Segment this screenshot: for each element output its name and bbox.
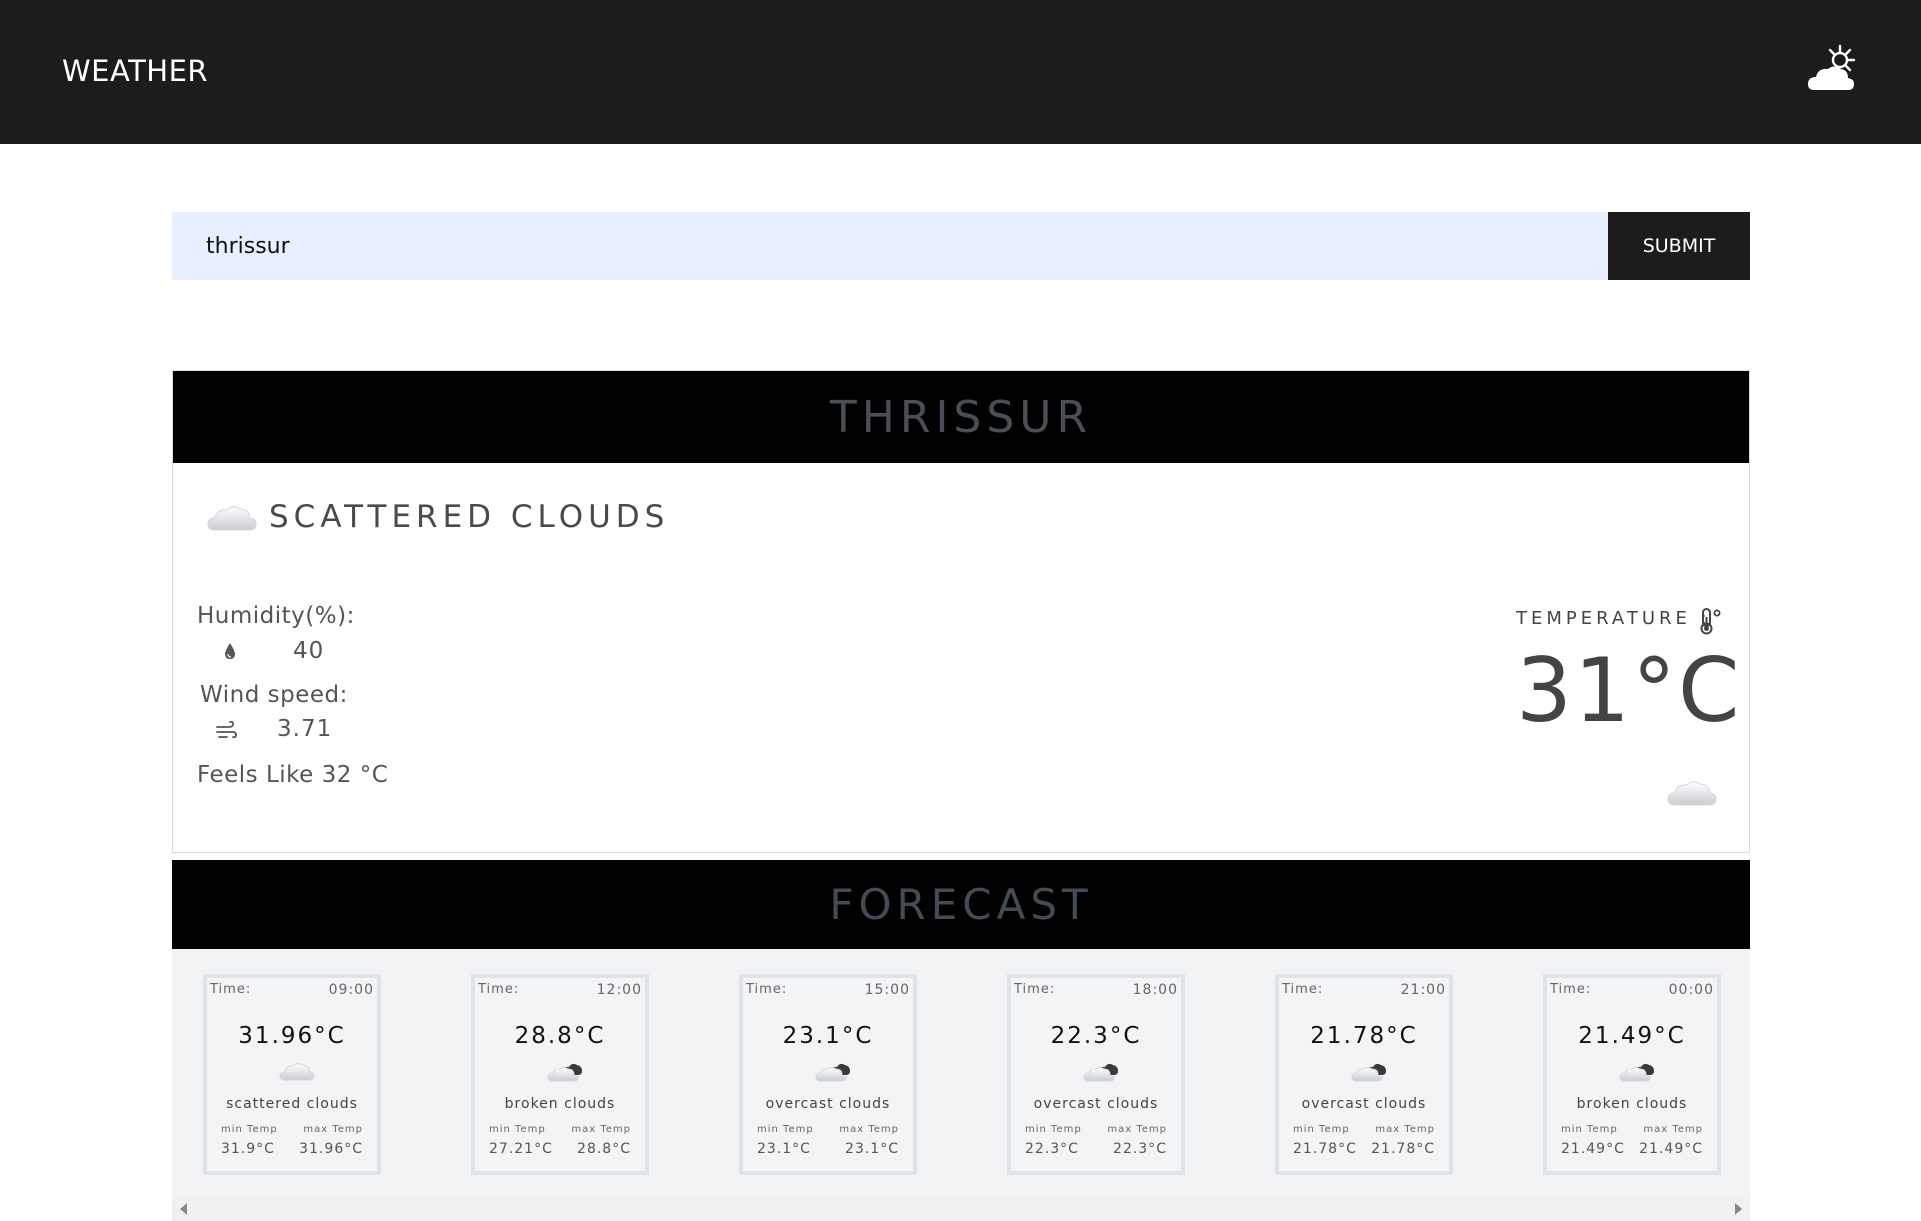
max-temp-label: max Temp [1375,1124,1435,1135]
time-label: Time: [210,982,252,997]
forecast-card: Time: 15:00 23.1°C overcast clouds min T… [739,974,917,1175]
broken-clouds-icon [1351,1063,1386,1082]
humidity-label: Humidity(%): [197,603,355,629]
forecast-temp: 21.49°C [1578,1023,1686,1049]
current-weather-card: THRISSUR SCATTERED CLOUDS Humidity(%): 4… [172,370,1750,853]
forecast-description: overcast clouds [1301,1096,1427,1112]
min-temp-value: 31.9°C [221,1141,275,1157]
forecast-card: Time: 12:00 28.8°C broken clouds min Tem… [471,974,649,1175]
min-temp-label: min Temp [1025,1124,1082,1135]
brand-title[interactable]: WEATHER [62,54,208,88]
submit-button[interactable]: SUBMIT [1608,212,1750,280]
forecast-title: FORECAST [829,880,1093,929]
forecast-temp: 21.78°C [1310,1023,1418,1049]
min-temp-value: 22.3°C [1025,1141,1079,1157]
forecast-time: 00:00 [1668,982,1714,998]
forecast-scroll-area[interactable]: Time: 09:00 31.96°C scattered clouds min… [172,949,1750,1221]
forecast-temp: 23.1°C [782,1023,874,1049]
broken-clouds-icon [547,1063,582,1082]
forecast-description: broken clouds [504,1096,616,1112]
min-temp-label: min Temp [1293,1124,1350,1135]
forecast-card: Time: 18:00 22.3°C overcast clouds min T… [1007,974,1185,1175]
min-temp-label: min Temp [221,1124,278,1135]
broken-clouds-icon [815,1063,850,1082]
city-search-input[interactable] [172,212,1608,280]
min-temp-label: min Temp [757,1124,814,1135]
cloud-icon [1667,781,1717,806]
search-form: SUBMIT [172,212,1750,280]
forecast-time: 18:00 [1132,982,1178,998]
forecast-time: 12:00 [596,982,642,998]
max-temp-label: max Temp [1643,1124,1703,1135]
feels-like-text: Feels Like 32 °C [197,762,389,788]
forecast-card: Time: 00:00 21.49°C broken clouds min Te… [1543,974,1721,1175]
forecast-header: FORECAST [172,860,1750,949]
min-temp-value: 27.21°C [489,1141,553,1157]
scroll-right-arrow-icon[interactable] [1735,1203,1742,1215]
city-name: THRISSUR [829,391,1093,443]
min-temp-value: 23.1°C [757,1141,811,1157]
broken-clouds-icon [1619,1063,1654,1082]
broken-clouds-icon [1083,1063,1118,1082]
humidity-value: 40 [293,638,325,664]
min-temp-value: 21.78°C [1293,1141,1357,1157]
condition-row: SCATTERED CLOUDS [207,499,669,535]
max-temp-label: max Temp [571,1124,631,1135]
forecast-description: overcast clouds [1033,1096,1159,1112]
min-temp-label: min Temp [1561,1124,1618,1135]
max-temp-value: 21.78°C [1371,1141,1435,1157]
horizontal-scrollbar[interactable] [172,1197,1750,1221]
forecast-card: Time: 09:00 31.96°C scattered clouds min… [203,974,381,1175]
wind-speed-value: 3.71 [277,716,333,742]
city-header: THRISSUR [173,371,1749,463]
max-temp-value: 23.1°C [845,1141,899,1157]
forecast-time: 15:00 [864,982,910,998]
forecast-description: overcast clouds [765,1096,891,1112]
forecast-time: 09:00 [328,982,374,998]
scroll-left-arrow-icon[interactable] [180,1203,187,1215]
forecast-temp: 28.8°C [514,1023,606,1049]
cloud-icon [207,506,257,531]
time-label: Time: [1014,982,1056,997]
max-temp-label: max Temp [1107,1124,1167,1135]
partly-cloudy-day-icon [1808,44,1856,90]
water-drop-icon [225,643,235,659]
time-label: Time: [746,982,788,997]
forecast-description: scattered clouds [226,1096,358,1112]
min-temp-value: 21.49°C [1561,1141,1625,1157]
time-label: Time: [478,982,520,997]
wind-icon [216,720,237,739]
time-label: Time: [1550,982,1592,997]
max-temp-value: 21.49°C [1639,1141,1703,1157]
thermometer-icon [1700,608,1721,635]
temperature-label: TEMPERATURE : [1516,608,1711,629]
forecast-time: 21:00 [1400,982,1446,998]
max-temp-value: 22.3°C [1113,1141,1167,1157]
forecast-description: broken clouds [1576,1096,1688,1112]
time-label: Time: [1282,982,1324,997]
forecast-temp: 22.3°C [1050,1023,1142,1049]
forecast-temp: 31.96°C [238,1023,346,1049]
top-navbar: WEATHER [0,0,1921,144]
max-temp-value: 31.96°C [299,1141,363,1157]
cloud-icon [279,1063,315,1081]
wind-speed-label: Wind speed: [200,682,348,708]
temperature-value: 31°C [1516,639,1742,742]
condition-text: SCATTERED CLOUDS [269,499,670,535]
min-temp-label: min Temp [489,1124,546,1135]
max-temp-label: max Temp [303,1124,363,1135]
max-temp-label: max Temp [839,1124,899,1135]
forecast-card: Time: 21:00 21.78°C overcast clouds min … [1275,974,1453,1175]
max-temp-value: 28.8°C [577,1141,631,1157]
